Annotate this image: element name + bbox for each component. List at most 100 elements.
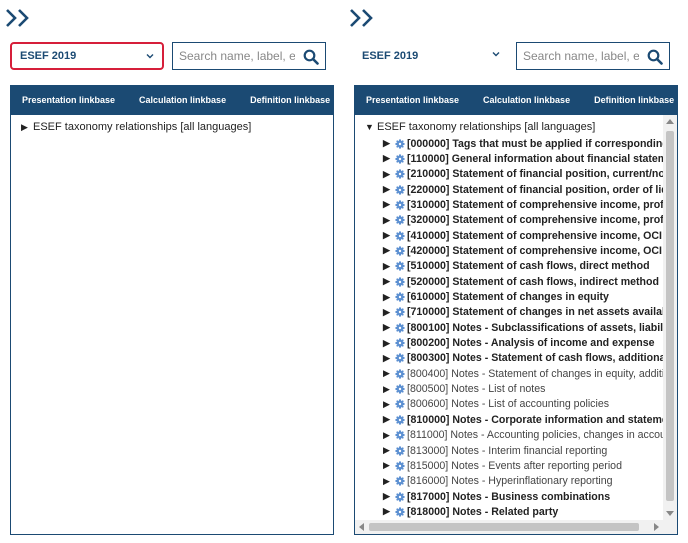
tree-node[interactable]: ▶ [000000] Tags that must be applied if c… xyxy=(383,136,663,151)
expand-panel-icon[interactable] xyxy=(4,8,40,28)
linkbase-tabs: Presentation linkbase Calculation linkba… xyxy=(354,85,678,115)
scrollbar-corner xyxy=(663,520,677,534)
expand-arrow-icon[interactable]: ▶ xyxy=(383,138,395,149)
tree-node[interactable]: ▶ [320000] Statement of comprehensive inc… xyxy=(383,213,663,228)
expand-arrow-icon[interactable]: ▶ xyxy=(21,122,33,133)
tree-node-code: [810000] xyxy=(407,413,450,426)
tree-node-code: [610000] xyxy=(407,291,450,303)
expand-arrow-icon[interactable]: ▶ xyxy=(383,491,395,502)
tab-presentation-linkbase[interactable]: Presentation linkbase xyxy=(354,95,471,105)
expand-arrow-icon[interactable]: ▶ xyxy=(383,169,395,180)
tree-node[interactable]: ▶ [811000] Notes - Accounting policies, c… xyxy=(383,428,663,443)
tree-root[interactable]: ▶ ESEF taxonomy relationships [all langu… xyxy=(21,121,251,133)
scroll-down-icon[interactable] xyxy=(666,511,674,516)
expand-arrow-icon[interactable]: ▶ xyxy=(383,476,395,487)
tree-node-code: [800100] xyxy=(407,321,450,334)
tree-node-label: Statement of cash flows, indirect method xyxy=(452,275,659,288)
tree-node[interactable]: ▶ [800200] Notes - Analysis of income and… xyxy=(383,336,654,351)
tree-node[interactable]: ▶ [110000] General information about fina… xyxy=(383,151,663,166)
expand-arrow-icon[interactable]: ▶ xyxy=(383,368,395,379)
tree-node[interactable]: ▶ [813000] Notes - Interim financial repo… xyxy=(383,443,607,458)
expand-arrow-icon[interactable]: ▶ xyxy=(383,292,395,303)
expand-arrow-icon[interactable]: ▶ xyxy=(383,430,395,441)
tree-node[interactable]: ▶ [800400] Notes - Statement of changes i… xyxy=(383,366,663,381)
gear-icon xyxy=(395,353,405,364)
taxonomy-select-value: ESEF 2019 xyxy=(362,50,419,62)
tree-node[interactable]: ▶ [800300] Notes - Statement of cash flow… xyxy=(383,351,663,366)
tree-node[interactable]: ▶ [410000] Statement of comprehensive inc… xyxy=(383,228,663,243)
expand-arrow-icon[interactable]: ▶ xyxy=(383,307,395,318)
tree-node[interactable]: ▶ [220000] Statement of financial positio… xyxy=(383,182,663,197)
expand-arrow-icon[interactable]: ▶ xyxy=(383,414,395,425)
expand-arrow-icon[interactable]: ▶ xyxy=(383,276,395,287)
tree-node[interactable]: ▶ [800100] Notes - Subclassifications of … xyxy=(383,320,663,335)
expand-arrow-icon[interactable]: ▶ xyxy=(383,460,395,471)
gear-icon xyxy=(395,230,405,241)
scroll-left-icon[interactable] xyxy=(359,523,364,531)
collapse-arrow-icon[interactable]: ▼ xyxy=(365,122,377,132)
scrollbar-thumb[interactable] xyxy=(666,131,674,501)
expand-arrow-icon[interactable]: ▶ xyxy=(383,399,395,410)
expand-panel-icon[interactable] xyxy=(348,8,384,28)
scrollbar-thumb[interactable] xyxy=(369,523,639,531)
search-icon[interactable] xyxy=(303,49,319,65)
tree-node-label: Tags that must be applied if correspondi… xyxy=(452,137,663,150)
tree-node[interactable]: ▶ [610000] Statement of changes in equity xyxy=(383,290,609,305)
tree-node-label: Notes - List of accounting policies xyxy=(451,398,610,411)
search-input[interactable] xyxy=(521,48,641,64)
tree-node-label: General information about financial stat… xyxy=(451,152,663,165)
relationship-tree: ▼ ESEF taxonomy relationships [all langu… xyxy=(354,115,678,535)
tree-node-label: Notes - Subclassifications of assets, li… xyxy=(452,321,663,334)
gear-icon xyxy=(395,200,405,210)
tree-node[interactable]: ▶ [210000] Statement of financial positio… xyxy=(383,167,663,182)
taxonomy-select[interactable]: ESEF 2019 xyxy=(10,42,164,70)
right-panel: ESEF 2019 Presentation linkbase Calculat… xyxy=(350,0,678,543)
expand-arrow-icon[interactable]: ▶ xyxy=(383,199,395,210)
tree-node-code: [800500] xyxy=(407,383,449,396)
gear-icon xyxy=(395,307,405,318)
gear-icon xyxy=(395,384,405,394)
taxonomy-select-value: ESEF 2019 xyxy=(20,50,77,62)
tree-node-label: Statement of changes in equity xyxy=(452,291,609,303)
expand-arrow-icon[interactable]: ▶ xyxy=(383,338,395,349)
expand-arrow-icon[interactable]: ▶ xyxy=(383,445,395,456)
search-icon[interactable] xyxy=(647,49,663,65)
tab-definition-linkbase[interactable]: Definition linkbase xyxy=(238,95,342,105)
tree-node[interactable]: ▶ [310000] Statement of comprehensive inc… xyxy=(383,197,663,212)
vertical-scrollbar[interactable] xyxy=(663,115,677,520)
tree-node[interactable]: ▶ [510000] Statement of cash flows, direc… xyxy=(383,259,650,274)
gear-icon xyxy=(395,491,405,502)
taxonomy-select[interactable]: ESEF 2019 xyxy=(354,42,508,70)
tab-definition-linkbase[interactable]: Definition linkbase xyxy=(582,95,686,105)
horizontal-scrollbar[interactable] xyxy=(355,520,663,534)
tree-node[interactable]: ▶ [815000] Notes - Events after reporting… xyxy=(383,458,622,473)
tree-node[interactable]: ▶ [420000] Statement of comprehensive inc… xyxy=(383,243,663,258)
tree-node-label: Statement of financial position, order o… xyxy=(452,183,663,196)
expand-arrow-icon[interactable]: ▶ xyxy=(383,184,395,195)
tab-calculation-linkbase[interactable]: Calculation linkbase xyxy=(127,95,238,105)
tab-presentation-linkbase[interactable]: Presentation linkbase xyxy=(10,95,127,105)
tree-node[interactable]: ▶ [520000] Statement of cash flows, indir… xyxy=(383,274,659,289)
expand-arrow-icon[interactable]: ▶ xyxy=(383,230,395,241)
tab-calculation-linkbase[interactable]: Calculation linkbase xyxy=(471,95,582,105)
expand-arrow-icon[interactable]: ▶ xyxy=(383,153,395,164)
expand-arrow-icon[interactable]: ▶ xyxy=(383,506,395,517)
tree-node[interactable]: ▶ [800500] Notes - List of notes xyxy=(383,382,545,397)
tree-node[interactable]: ▶ [710000] Statement of changes in net as… xyxy=(383,305,663,320)
expand-arrow-icon[interactable]: ▶ xyxy=(383,215,395,226)
gear-icon xyxy=(395,215,405,225)
tree-node[interactable]: ▶ [818000] Notes - Related party xyxy=(383,504,558,519)
tree-node[interactable]: ▶ [810000] Notes - Corporate information … xyxy=(383,412,663,427)
tree-node[interactable]: ▶ [800600] Notes - List of accounting pol… xyxy=(383,397,609,412)
scroll-up-icon[interactable] xyxy=(666,119,674,124)
tree-node[interactable]: ▶ [816000] Notes - Hyperinflationary repo… xyxy=(383,474,613,489)
tree-root[interactable]: ▼ ESEF taxonomy relationships [all langu… xyxy=(365,121,595,133)
expand-arrow-icon[interactable]: ▶ xyxy=(383,261,395,272)
expand-arrow-icon[interactable]: ▶ xyxy=(383,384,395,395)
scroll-right-icon[interactable] xyxy=(654,523,659,531)
tree-node[interactable]: ▶ [817000] Notes - Business combinations xyxy=(383,489,610,504)
expand-arrow-icon[interactable]: ▶ xyxy=(383,353,395,364)
expand-arrow-icon[interactable]: ▶ xyxy=(383,245,395,256)
expand-arrow-icon[interactable]: ▶ xyxy=(383,322,395,333)
search-input[interactable] xyxy=(177,48,297,64)
